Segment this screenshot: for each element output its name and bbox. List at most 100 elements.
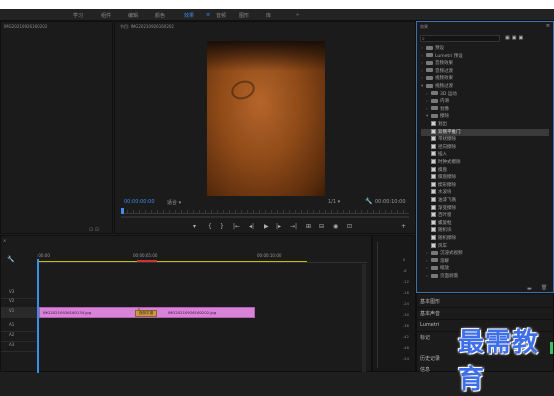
track-header-a3[interactable]: A3	[1, 342, 37, 352]
wrench-icon[interactable]: 🔧	[7, 256, 14, 263]
effect-folder[interactable]: › 视频效果	[421, 75, 453, 82]
workspace-tab-graphics[interactable]: 图形	[239, 12, 249, 19]
lift-button[interactable]: ⊞	[306, 223, 311, 230]
essential-graphics-tab[interactable]: 基本图形	[420, 298, 440, 305]
timeline-vertical-scrollbar[interactable]	[362, 264, 366, 372]
monitor-ruler[interactable]	[121, 210, 409, 214]
effect-item[interactable]: 螺旋框	[421, 219, 452, 227]
effect-item[interactable]: 棋盘擦除	[421, 174, 456, 181]
workspace-tab-libraries[interactable]: 库	[266, 12, 271, 19]
effect-item[interactable]: 油漆飞溅	[421, 197, 456, 204]
track-header-v2[interactable]: V2	[1, 298, 37, 308]
fit-dropdown[interactable]: 适合 ▾	[167, 199, 181, 206]
go-to-in-button[interactable]: |←	[233, 223, 240, 230]
effect-label: 视频效果	[435, 76, 453, 82]
mark-in-button[interactable]: {	[208, 223, 212, 230]
delete-icon[interactable]: 🗑	[541, 285, 547, 291]
effect-label: 视频过渡	[435, 84, 453, 89]
compare-icon[interactable]: ⊡	[347, 223, 352, 230]
add-button[interactable]: +	[401, 223, 406, 230]
workspace-tab-learning[interactable]: 学习	[73, 12, 83, 19]
effect-item[interactable]: 随机擦除	[421, 235, 456, 242]
effect-folder[interactable]: › 预设	[421, 45, 444, 52]
transition-icon	[431, 235, 436, 240]
effect-item[interactable]: 时钟式擦除	[421, 159, 461, 166]
track-header-v1[interactable]: V1	[1, 308, 37, 318]
effect-item[interactable]: 插入	[421, 151, 447, 158]
effect-folder[interactable]: › 内滑	[421, 98, 449, 105]
effect-folder[interactable]: ▾ 擦除	[421, 113, 449, 120]
current-timecode[interactable]: 00:00:00:00	[124, 199, 155, 205]
resolution-dropdown[interactable]: 1/1 ▾	[328, 199, 340, 205]
accelerated-effects-icons[interactable]: ▣▣▣	[505, 35, 525, 41]
effect-folder[interactable]: › 音频效果	[421, 60, 453, 67]
effect-folder[interactable]: › 页面剥落	[421, 273, 458, 280]
workspace-tab-color[interactable]: 颜色	[155, 12, 165, 19]
track-header-a2[interactable]: A2	[1, 332, 37, 342]
workspace-overflow-button[interactable]: »	[296, 12, 299, 18]
effect-item[interactable]: 水波块	[421, 189, 452, 196]
markers-tab[interactable]: 标记	[420, 334, 430, 341]
folder-icon	[426, 53, 433, 58]
effects-panel: 效果 ≡ ⌕ ▣▣▣ › 预设 › Lumetri 预设 › 音频效果 › 音频过渡 › 视频效果…	[416, 21, 554, 293]
meter-scale-label: -42	[403, 335, 409, 339]
timeline-ruler[interactable]: :00:00 00:00:05:00 00:00:10:00	[37, 253, 367, 263]
work-area-bar[interactable]	[37, 261, 307, 262]
effect-folder[interactable]: › 3D 运动	[421, 91, 457, 98]
effect-folder[interactable]: › Lumetri 预设	[421, 53, 463, 60]
effect-folder[interactable]: › 音频过渡	[421, 68, 453, 75]
source-panel-icons[interactable]: ⊡ ⊟	[89, 227, 99, 233]
workspace-tab-audio[interactable]: 音频	[216, 12, 226, 19]
effect-item[interactable]: 棋盘	[421, 166, 447, 174]
effects-search-input[interactable]: ⌕	[420, 35, 500, 42]
essential-sound-tab[interactable]: 基本声音	[420, 310, 440, 317]
step-back-button[interactable]: ◂|	[249, 223, 254, 230]
effect-item[interactable]: 径向擦除	[421, 143, 456, 151]
folder-icon	[431, 273, 438, 278]
lumetri-tab[interactable]: Lumetri	[420, 322, 439, 328]
effect-label: 音频效果	[435, 61, 453, 67]
panel-menu-icon[interactable]: ≡	[546, 23, 550, 29]
transition-double-push-door[interactable]: 双侧平推	[135, 310, 157, 317]
effect-folder[interactable]: › 缩放	[421, 265, 449, 272]
workspace-menu-icon[interactable]: ≡	[206, 12, 210, 18]
effect-item[interactable]: 双侧平推门	[421, 128, 549, 136]
mark-out-button[interactable]: }	[220, 223, 224, 230]
effect-label: 油漆飞溅	[438, 198, 456, 203]
track-header-a1[interactable]: A1	[1, 322, 37, 332]
effect-item[interactable]: 划出	[421, 121, 447, 128]
effect-item[interactable]: 楔形擦除	[421, 181, 456, 189]
ruler-end-label: 00:00:10:00	[257, 253, 282, 258]
meter-scale-label: -6	[403, 269, 407, 273]
effect-item[interactable]: 百叶窗	[421, 212, 452, 219]
add-marker-button[interactable]: ▾	[193, 223, 196, 230]
clip-a[interactable]: IMG20210926160134.jpg	[39, 307, 139, 318]
effect-folder[interactable]: › 溶解	[421, 258, 449, 265]
workspace-tab-effects[interactable]: 效果	[184, 12, 195, 22]
effect-label: 随机块	[438, 228, 452, 234]
export-frame-icon[interactable]: ◉	[333, 223, 338, 230]
step-forward-button[interactable]: |▸	[276, 223, 281, 230]
effect-folder[interactable]: ▾ 视频过渡	[421, 83, 453, 90]
transition-icon	[431, 128, 436, 134]
go-to-out-button[interactable]: →|	[290, 223, 297, 230]
effect-item[interactable]: 风车	[421, 242, 447, 250]
extract-button[interactable]: ⊟	[319, 223, 324, 230]
new-bin-icon[interactable]: ▬	[527, 286, 532, 292]
wrench-icon[interactable]: 🔧	[365, 198, 372, 205]
effect-item[interactable]: 渐变擦除	[421, 204, 456, 212]
folder-icon	[426, 60, 433, 65]
workspace-tab-editing[interactable]: 编辑	[128, 12, 138, 19]
play-button[interactable]: ▶	[264, 223, 269, 230]
playhead[interactable]	[121, 208, 124, 214]
history-tab[interactable]: 历史记录	[420, 355, 440, 362]
effect-label: 溶解	[440, 258, 449, 264]
effect-item[interactable]: 随机块	[421, 227, 452, 234]
effect-folder[interactable]: › 划像	[421, 106, 449, 113]
timeline-close-icon[interactable]: ×	[3, 238, 6, 243]
effect-label: 划出	[438, 122, 447, 127]
workspace-tab-assembly[interactable]: 组件	[101, 12, 111, 19]
effect-folder[interactable]: › 沉浸式视频	[421, 250, 463, 257]
monitor-scrollbar[interactable]	[121, 216, 409, 218]
effect-item[interactable]: 带状擦除	[421, 136, 456, 143]
